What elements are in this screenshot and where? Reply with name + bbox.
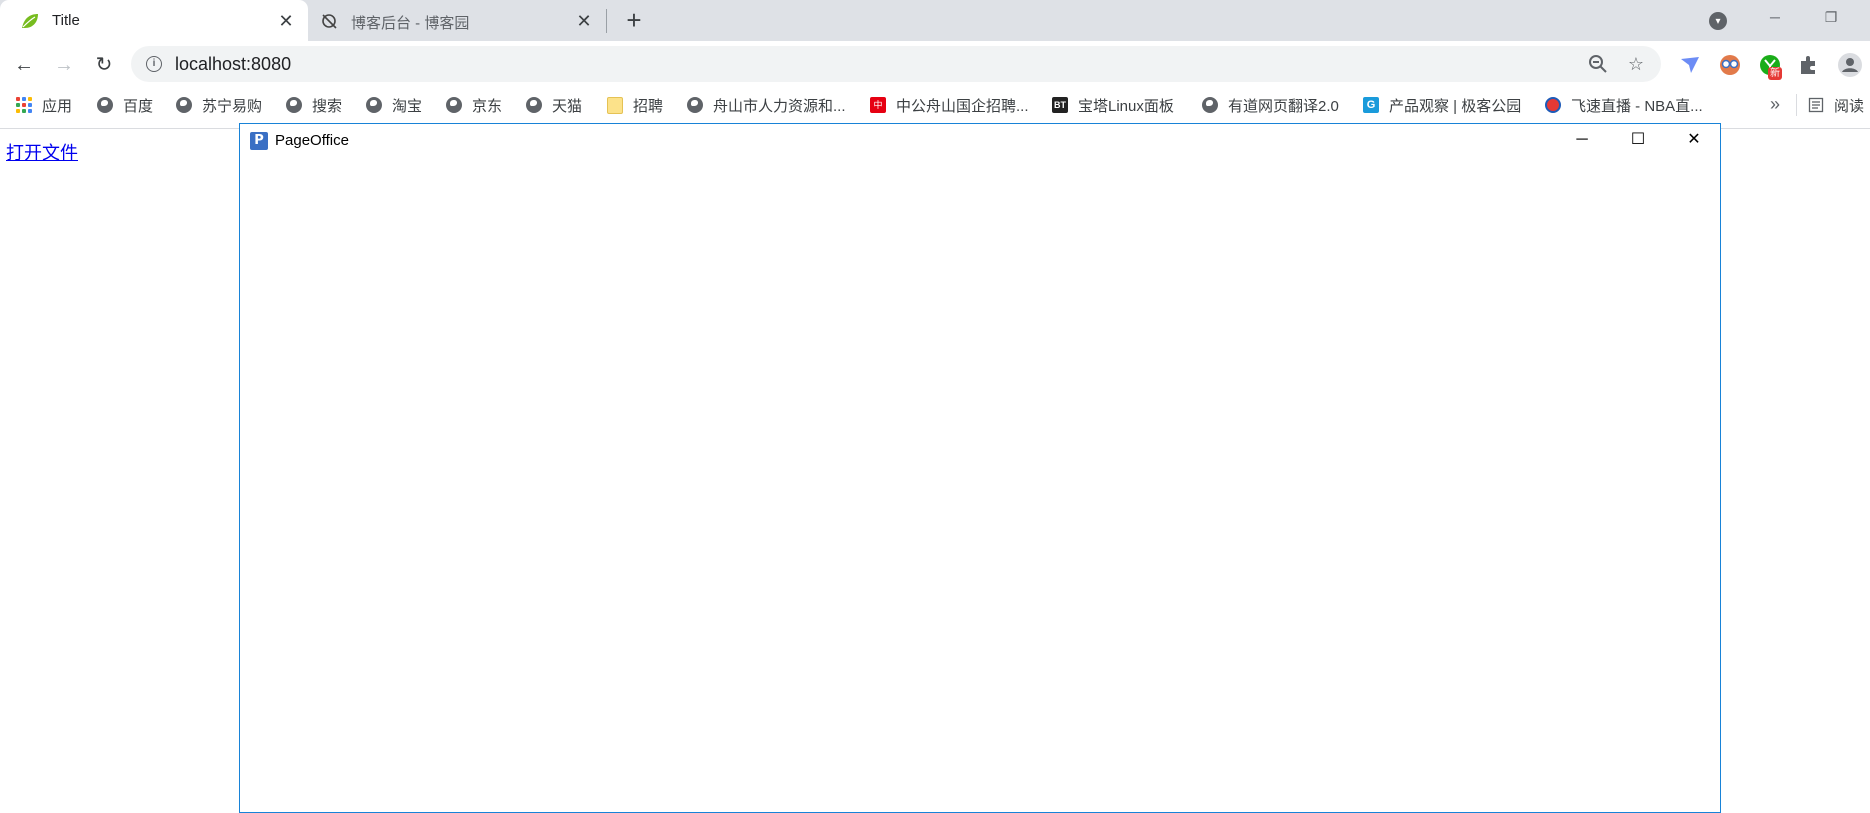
globe-icon <box>687 97 703 113</box>
basketball-icon <box>1545 97 1561 113</box>
tab-label: 博客后台 - 博客园 <box>351 15 470 32</box>
tab-close-icon[interactable]: ✕ <box>574 11 594 31</box>
url-text: localhost:8080 <box>175 54 292 74</box>
pageoffice-titlebar[interactable]: P PageOffice ─ ☐ ✕ <box>240 124 1720 156</box>
bird-extension-icon[interactable] <box>1678 53 1702 77</box>
bookmark-label: 产品观察 | 极客公园 <box>1389 97 1522 115</box>
pageoffice-window: P PageOffice ─ ☐ ✕ <box>239 123 1721 813</box>
bookmark-label: 搜索 <box>312 97 343 115</box>
minimize-icon[interactable]: ─ <box>1554 124 1610 156</box>
back-icon[interactable]: ← <box>10 51 38 79</box>
bookmark-item[interactable]: 天猫 <box>526 88 582 122</box>
globe-icon <box>1202 97 1218 113</box>
tab-title[interactable]: Title ✕ <box>0 0 308 41</box>
folder-icon <box>607 96 623 114</box>
bookmark-item[interactable]: 百度 <box>97 88 153 122</box>
puzzle-extensions-icon[interactable] <box>1797 53 1821 77</box>
reload-icon[interactable]: ↻ <box>90 51 118 79</box>
bookmarks-divider <box>1796 94 1797 116</box>
bookmark-item[interactable]: BT 宝塔Linux面板 <box>1052 88 1174 122</box>
reading-list-button[interactable]: 阅读 <box>1808 88 1864 122</box>
bookmark-star-icon[interactable]: ☆ <box>1625 53 1647 75</box>
bookmark-label: 舟山市人力资源和... <box>713 97 846 115</box>
bookmark-label: 京东 <box>472 97 503 115</box>
bookmark-item[interactable]: 淘宝 <box>366 88 422 122</box>
bookmark-item[interactable]: 京东 <box>446 88 502 122</box>
globe-icon <box>366 97 382 113</box>
green-extension-icon[interactable]: 新 <box>1758 53 1782 80</box>
pageoffice-title: PageOffice <box>275 132 349 149</box>
bookmark-item[interactable]: 有道网页翻译2.0 <box>1202 88 1339 122</box>
new-tab-button[interactable]: + <box>620 7 648 35</box>
pageoffice-content-area[interactable] <box>240 156 1720 812</box>
reading-list-icon <box>1808 97 1824 113</box>
bookmark-label: 有道网页翻译2.0 <box>1228 97 1339 115</box>
tab-close-icon[interactable]: ✕ <box>276 11 296 31</box>
minimize-icon[interactable]: ─ <box>1752 2 1798 32</box>
tab-cnblogs[interactable]: 博客后台 - 博客园 ✕ <box>308 0 606 41</box>
address-bar[interactable]: i localhost:8080 ☆ <box>131 46 1661 82</box>
bookmark-label: 中公舟山国企招聘... <box>896 97 1029 115</box>
close-icon[interactable]: ✕ <box>1666 124 1722 156</box>
bookmark-item[interactable]: 飞速直播 - NBA直... <box>1545 88 1703 122</box>
profile-avatar-icon[interactable] <box>1838 53 1862 77</box>
bookmark-label: 招聘 <box>633 97 664 115</box>
tab-search-icon[interactable]: ▾ <box>1709 12 1727 30</box>
globe-icon <box>446 97 462 113</box>
bt-icon: BT <box>1052 97 1068 113</box>
tab-strip: Title ✕ 博客后台 - 博客园 ✕ + ▾ ─ ❐ <box>0 0 1870 41</box>
reading-list-label: 阅读 <box>1834 97 1865 115</box>
globe-icon <box>176 97 192 113</box>
cnblogs-icon <box>322 14 337 29</box>
zoom-out-icon[interactable] <box>1587 53 1609 75</box>
extension-badge: 新 <box>1768 67 1782 80</box>
bookmark-label: 天猫 <box>552 97 583 115</box>
restore-icon[interactable]: ❐ <box>1808 2 1854 32</box>
globe-icon <box>97 97 113 113</box>
bookmark-label: 百度 <box>123 97 154 115</box>
bookmark-item[interactable]: 中 中公舟山国企招聘... <box>870 88 1029 122</box>
bookmark-label: 应用 <box>42 97 73 115</box>
bookmark-folder[interactable]: 招聘 <box>607 88 663 122</box>
bookmark-label: 宝塔Linux面板 <box>1078 97 1174 115</box>
tab-divider <box>606 9 607 33</box>
bookmark-item[interactable]: 搜索 <box>286 88 342 122</box>
bookmark-label: 淘宝 <box>392 97 423 115</box>
browser-toolbar: ← → ↻ i localhost:8080 ☆ 新 <box>0 41 1870 88</box>
site-info-icon[interactable]: i <box>146 56 162 72</box>
tab-label: Title <box>52 12 80 29</box>
owl-extension-icon[interactable] <box>1718 53 1742 77</box>
bookmark-item[interactable]: 舟山市人力资源和... <box>687 88 846 122</box>
maximize-icon[interactable]: ☐ <box>1610 124 1666 156</box>
offcn-icon: 中 <box>870 97 886 113</box>
globe-icon <box>526 97 542 113</box>
bookmark-label: 飞速直播 - NBA直... <box>1571 97 1703 115</box>
bookmark-item[interactable]: G 产品观察 | 极客公园 <box>1363 88 1521 122</box>
bookmark-item[interactable]: 苏宁易购 <box>176 88 262 122</box>
forward-icon[interactable]: → <box>50 51 78 79</box>
open-file-link[interactable]: 打开文件 <box>6 139 78 165</box>
bookmarks-overflow-icon[interactable]: » <box>1770 94 1780 115</box>
geekpark-icon: G <box>1363 97 1379 113</box>
globe-icon <box>286 97 302 113</box>
spring-leaf-icon <box>22 14 38 28</box>
bookmark-label: 苏宁易购 <box>202 97 263 115</box>
bookmark-apps[interactable]: 应用 <box>16 88 72 122</box>
apps-grid-icon <box>16 97 32 113</box>
pageoffice-logo-icon: P <box>250 132 268 150</box>
